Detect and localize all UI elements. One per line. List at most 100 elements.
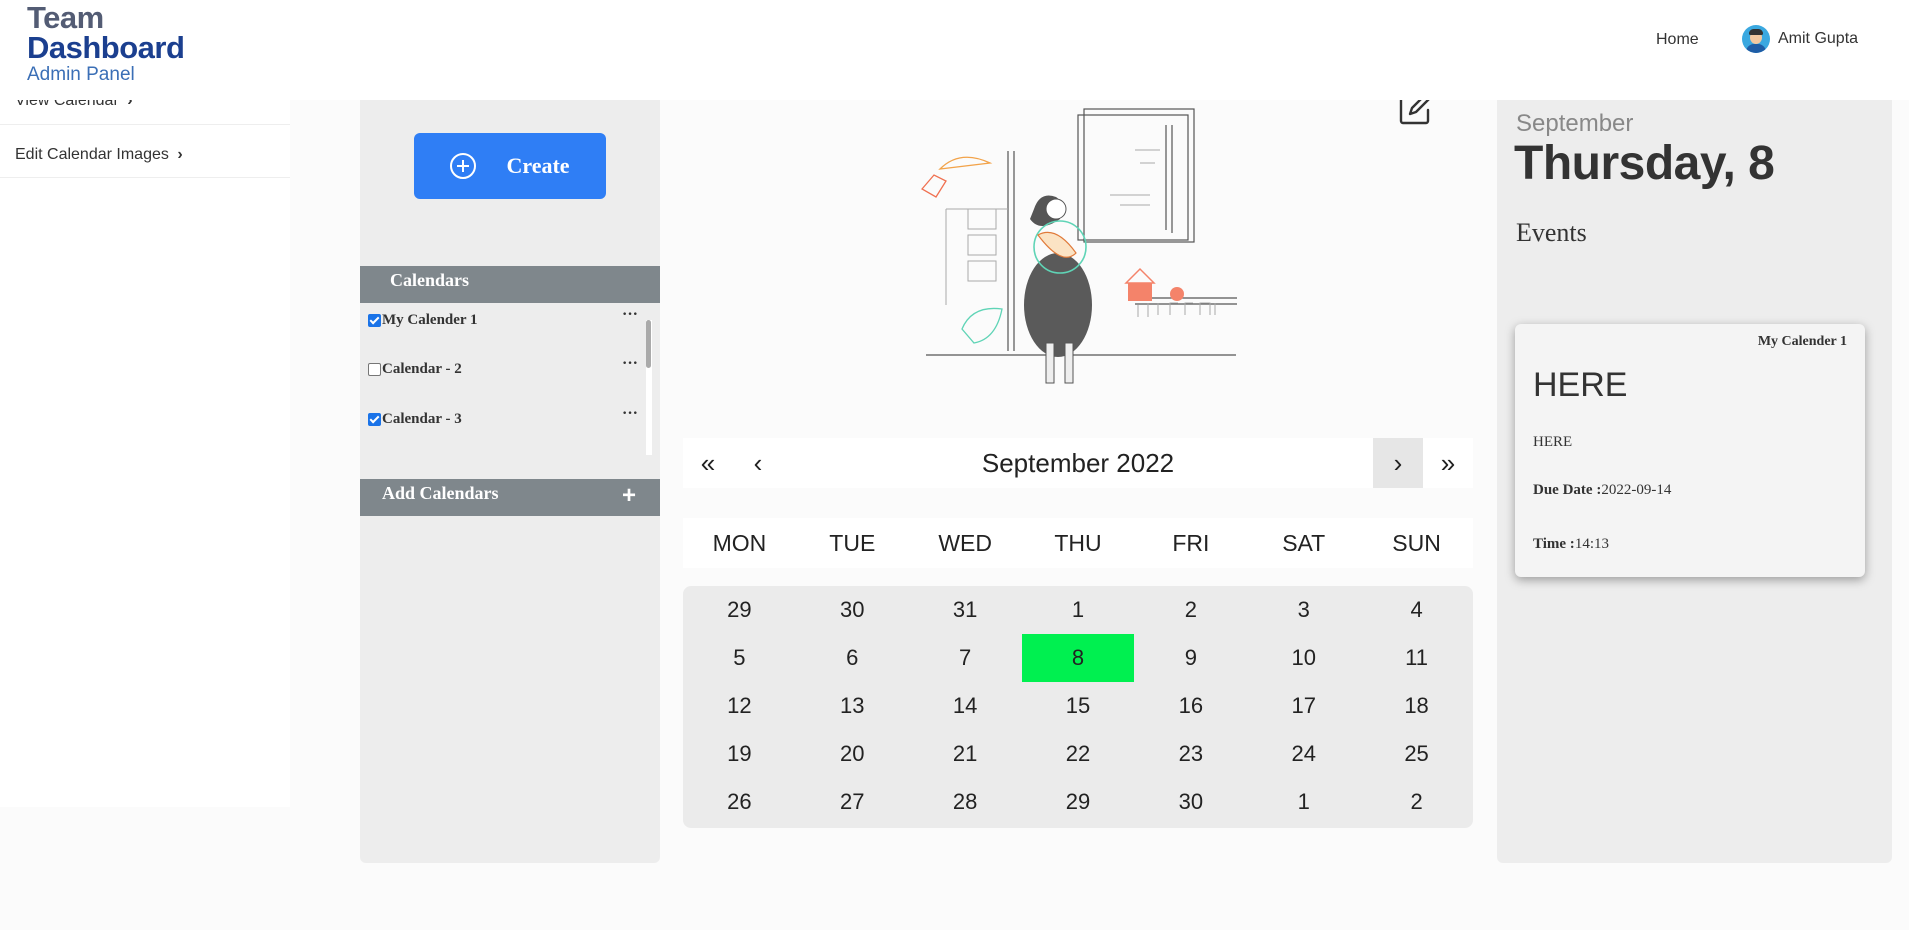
event-card[interactable]: My Calender 1 HERE HERE Due Date :2022-0… xyxy=(1515,324,1865,577)
calendars-header-label: Calendars xyxy=(390,270,470,290)
sidebar-divider xyxy=(0,177,290,178)
sidebar: View Calendar › Edit Calendar Images › xyxy=(0,0,290,807)
day-cell[interactable]: 31 xyxy=(909,586,1021,634)
day-cell[interactable]: 19 xyxy=(683,730,795,778)
selected-month: September xyxy=(1516,110,1634,137)
day-cell[interactable]: 12 xyxy=(683,682,795,730)
calendar-nav: « ‹ September 2022 › » xyxy=(683,438,1473,488)
brand-logo[interactable]: Team Dashboard Admin Panel xyxy=(27,0,185,85)
weekday-label: SAT xyxy=(1282,530,1326,556)
month-label: September 2022 xyxy=(981,448,1175,478)
calendars-header: Calendars xyxy=(360,266,660,303)
day-cell[interactable]: 16 xyxy=(1135,682,1247,730)
day-cell[interactable]: 22 xyxy=(1022,730,1134,778)
day-cell[interactable]: 26 xyxy=(683,778,795,826)
more-options-icon[interactable]: ··· xyxy=(622,355,638,373)
day-events-panel: September Thursday, 8 Events My Calender… xyxy=(1497,80,1892,863)
calendar-item-label[interactable]: My Calender 1 xyxy=(382,312,478,329)
day-cell[interactable]: 30 xyxy=(1135,778,1247,826)
due-date-value: 2022-09-14 xyxy=(1601,482,1672,498)
brand-line-2: Dashboard xyxy=(27,30,185,65)
add-calendars-bar[interactable]: Add Calendars + xyxy=(360,479,660,516)
time-value: 14:13 xyxy=(1574,536,1609,552)
brand-line-1: Team xyxy=(27,0,104,35)
day-cell[interactable]: 27 xyxy=(796,778,908,826)
event-calendar-name: My Calender 1 xyxy=(1757,334,1847,349)
weekday-label: TUE xyxy=(829,530,876,556)
day-cell-today[interactable]: 8 xyxy=(1022,634,1134,682)
sidebar-item-label: Edit Calendar Images xyxy=(15,146,169,163)
calendar-item: My Calender 1 ··· xyxy=(366,306,646,342)
weekday-label: THU xyxy=(1054,530,1102,556)
add-calendars-label: Add Calendars xyxy=(382,483,499,503)
day-cell[interactable]: 20 xyxy=(796,730,908,778)
top-header: Team Dashboard Admin Panel Home Amit Gup… xyxy=(0,0,1909,100)
create-button-label: Create xyxy=(506,153,570,178)
calendar-checkbox[interactable] xyxy=(368,413,381,426)
day-cell[interactable]: 29 xyxy=(1022,778,1134,826)
day-cell[interactable]: 10 xyxy=(1248,634,1360,682)
avatar xyxy=(1742,25,1770,53)
day-cell[interactable]: 23 xyxy=(1135,730,1247,778)
weekday-label: MON xyxy=(712,530,767,556)
day-cell[interactable]: 17 xyxy=(1248,682,1360,730)
next-year-button[interactable]: » xyxy=(1423,438,1473,488)
calendar-item: Calendar - 2 ··· xyxy=(366,355,646,391)
sidebar-item-edit-calendar-images[interactable]: Edit Calendar Images › xyxy=(15,146,183,164)
day-cell[interactable]: 2 xyxy=(1135,586,1247,634)
calendar-item-label[interactable]: Calendar - 3 xyxy=(382,411,462,428)
calendar-item-label[interactable]: Calendar - 2 xyxy=(382,361,462,378)
days-grid: 29 30 31 1 2 3 4 5 6 7 8 9 10 11 12 13 14 15 16 17 18 19 20 21 2… xyxy=(683,586,1473,828)
day-cell[interactable]: 11 xyxy=(1361,634,1473,682)
event-time: Time :14:13 xyxy=(1533,536,1609,553)
day-cell[interactable]: 3 xyxy=(1248,586,1360,634)
woman-window-illustration xyxy=(920,108,1237,384)
day-cell[interactable]: 28 xyxy=(909,778,1021,826)
day-cell[interactable]: 6 xyxy=(796,634,908,682)
day-cell[interactable]: 13 xyxy=(796,682,908,730)
weekday-label: SUN xyxy=(1392,530,1441,556)
weekday-header: MON TUE WED THU FRI SAT SUN xyxy=(683,518,1473,568)
plus-circle-icon xyxy=(450,153,477,179)
time-key: Time : xyxy=(1533,536,1575,552)
day-cell[interactable]: 1 xyxy=(1248,778,1360,826)
weekday-label: WED xyxy=(938,530,992,556)
day-cell[interactable]: 21 xyxy=(909,730,1021,778)
due-date-key: Due Date : xyxy=(1533,482,1602,498)
calendar-item: Calendar - 3 ··· xyxy=(366,405,646,441)
calendar-list: My Calender 1 ··· Calendar - 2 ··· Calen… xyxy=(360,306,660,452)
day-cell[interactable]: 24 xyxy=(1248,730,1360,778)
day-cell[interactable]: 5 xyxy=(683,634,795,682)
day-cell[interactable]: 14 xyxy=(909,682,1021,730)
calendar-checkbox[interactable] xyxy=(368,363,381,376)
user-name: Amit Gupta xyxy=(1778,30,1859,47)
event-due-date: Due Date :2022-09-14 xyxy=(1533,482,1671,499)
calendar-list-scroll-thumb[interactable] xyxy=(646,320,651,368)
plus-icon[interactable]: + xyxy=(622,482,636,510)
day-cell[interactable]: 29 xyxy=(683,586,795,634)
day-cell[interactable]: 15 xyxy=(1022,682,1134,730)
day-cell[interactable]: 7 xyxy=(909,634,1021,682)
day-cell[interactable]: 9 xyxy=(1135,634,1247,682)
user-menu[interactable]: Amit Gupta xyxy=(1742,25,1858,53)
day-cell[interactable]: 4 xyxy=(1361,586,1473,634)
day-cell[interactable]: 2 xyxy=(1361,778,1473,826)
create-button[interactable]: Create xyxy=(414,133,606,199)
events-heading: Events xyxy=(1516,218,1587,247)
selected-day: Thursday, 8 xyxy=(1514,137,1775,190)
calendars-panel: Create Calendars My Calender 1 ··· Calen… xyxy=(360,80,660,863)
next-month-button[interactable]: › xyxy=(1373,438,1423,488)
event-description: HERE xyxy=(1533,434,1573,450)
event-title: HERE xyxy=(1533,366,1628,404)
brand-subtitle: Admin Panel xyxy=(27,64,135,85)
more-options-icon[interactable]: ··· xyxy=(622,306,638,324)
nav-home-link[interactable]: Home xyxy=(1656,31,1699,49)
day-cell[interactable]: 30 xyxy=(796,586,908,634)
weekday-label: FRI xyxy=(1172,530,1210,556)
day-cell[interactable]: 1 xyxy=(1022,586,1134,634)
day-cell[interactable]: 25 xyxy=(1361,730,1473,778)
chevron-right-icon: › xyxy=(177,146,183,163)
more-options-icon[interactable]: ··· xyxy=(622,405,638,423)
calendar-checkbox[interactable] xyxy=(368,314,381,327)
day-cell[interactable]: 18 xyxy=(1361,682,1473,730)
